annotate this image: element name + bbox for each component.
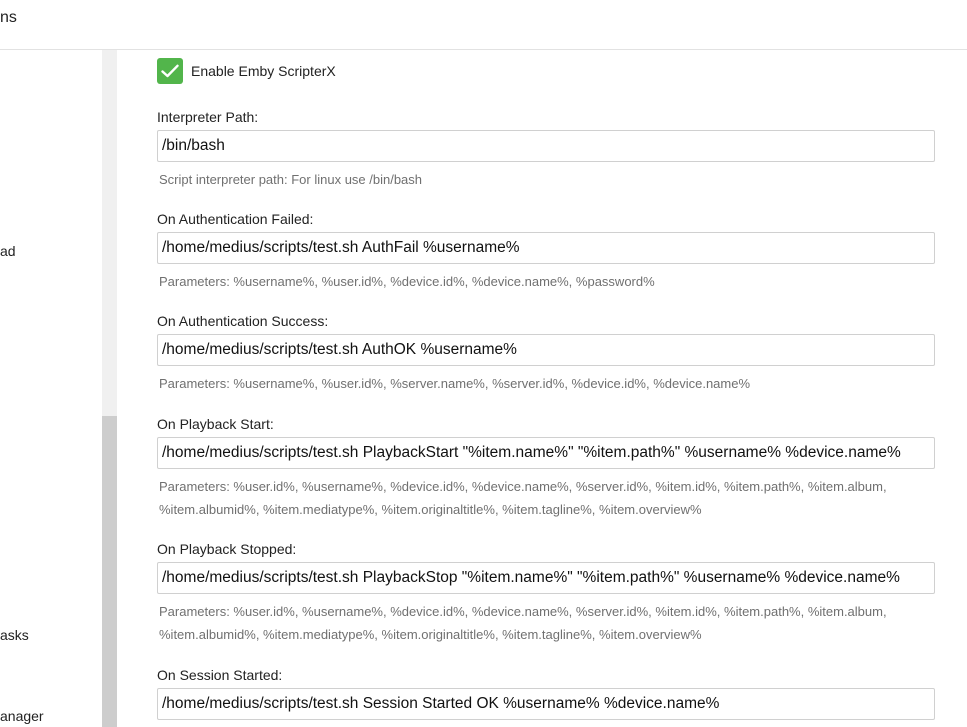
interpreter-path-input[interactable]: /bin/bash: [157, 130, 935, 162]
sidebar-item-manager[interactable]: anager: [0, 708, 44, 724]
playback-stopped-field: On Playback Stopped: /home/medius/script…: [157, 540, 935, 646]
session-started-input[interactable]: /home/medius/scripts/test.sh Session Sta…: [157, 688, 935, 720]
enable-scripterx-label: Enable Emby ScripterX: [191, 63, 336, 79]
playback-stopped-help-line: %item.albumid%, %item.mediatype%, %item.…: [159, 627, 702, 642]
playback-start-help-line: Parameters: %user.id%, %username%, %devi…: [159, 479, 887, 494]
playback-start-help-line: %item.albumid%, %item.mediatype%, %item.…: [159, 502, 702, 517]
top-header: ns: [0, 0, 967, 50]
playback-stopped-input[interactable]: /home/medius/scripts/test.sh PlaybackSto…: [157, 562, 935, 594]
auth-failed-input[interactable]: /home/medius/scripts/test.sh AuthFail %u…: [157, 232, 935, 264]
sidebar-scrollbar-thumb[interactable]: [102, 416, 117, 727]
sidebar-item-scheduled-tasks[interactable]: asks: [0, 627, 29, 643]
playback-start-help: Parameters: %user.id%, %username%, %devi…: [157, 475, 935, 521]
auth-success-label: On Authentication Success:: [157, 313, 329, 329]
plugin-settings-form: Enable Emby ScripterX Interpreter Path: …: [117, 50, 967, 727]
playback-stopped-help-line: Parameters: %user.id%, %username%, %devi…: [159, 604, 887, 619]
playback-start-label: On Playback Start:: [157, 416, 274, 432]
playback-stopped-label: On Playback Stopped:: [157, 541, 297, 557]
page-title: ns: [0, 9, 17, 26]
playback-start-field: On Playback Start: /home/medius/scripts/…: [157, 415, 935, 521]
interpreter-path-help: Script interpreter path: For linux use /…: [159, 172, 423, 187]
playback-start-input[interactable]: /home/medius/scripts/test.sh PlaybackSta…: [157, 437, 935, 469]
interpreter-path-field: Interpreter Path: /bin/bash Script inter…: [157, 108, 935, 191]
sidebar-item-download[interactable]: ad: [0, 243, 16, 259]
auth-failed-help: Parameters: %username%, %user.id%, %devi…: [159, 274, 655, 289]
auth-success-field: On Authentication Success: /home/medius/…: [157, 312, 935, 395]
auth-failed-field: On Authentication Failed: /home/medius/s…: [157, 210, 935, 293]
auth-success-input[interactable]: /home/medius/scripts/test.sh AuthOK %use…: [157, 334, 935, 366]
enable-scripterx-checkbox[interactable]: [157, 58, 183, 84]
session-started-field: On Session Started: /home/medius/scripts…: [157, 666, 935, 720]
auth-success-help: Parameters: %username%, %user.id%, %serv…: [159, 376, 751, 391]
playback-stopped-help: Parameters: %user.id%, %username%, %devi…: [157, 600, 935, 646]
interpreter-path-label: Interpreter Path:: [157, 109, 259, 125]
sidebar: ad asks anager: [0, 50, 102, 727]
auth-failed-label: On Authentication Failed:: [157, 211, 314, 227]
app-window: ns ad asks anager Enable Emby ScripterX …: [0, 0, 967, 727]
session-started-label: On Session Started:: [157, 667, 283, 683]
checkmark-icon: [161, 64, 179, 78]
enable-scripterx-row[interactable]: Enable Emby ScripterX: [157, 58, 336, 84]
